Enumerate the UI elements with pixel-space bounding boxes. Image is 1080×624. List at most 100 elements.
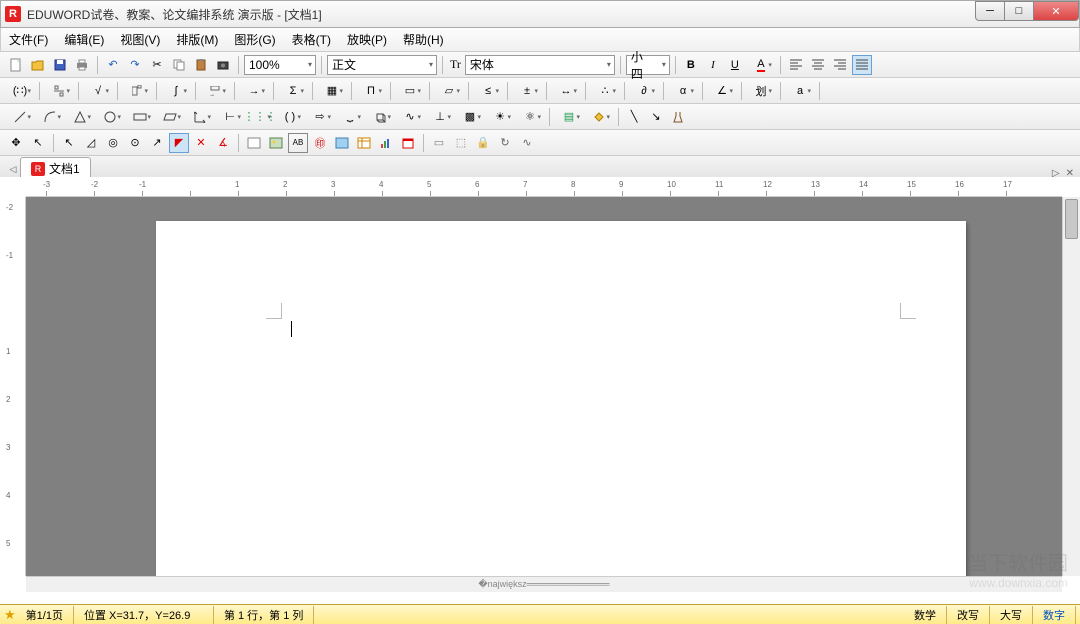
insert-box-icon[interactable] [244, 133, 264, 153]
overline-icon[interactable]: ▱ [435, 81, 463, 101]
tool2-icon[interactable]: ⬚ [451, 133, 471, 153]
prod-icon[interactable]: Π [357, 81, 385, 101]
menu-edit[interactable]: 编辑(E) [64, 31, 104, 48]
document-canvas[interactable] [26, 197, 1062, 576]
fill-icon[interactable] [585, 107, 613, 127]
undo-button[interactable]: ↶ [103, 55, 123, 75]
lessthan-icon[interactable]: ≤ [474, 81, 502, 101]
open-button[interactable] [28, 55, 48, 75]
root-icon[interactable]: √ [84, 81, 112, 101]
mark-cross-icon[interactable]: ✕ [191, 133, 211, 153]
insert-picture-icon[interactable] [332, 133, 352, 153]
stroke-a-icon[interactable]: a [786, 81, 814, 101]
scrollbar-thumb[interactable] [1065, 199, 1078, 239]
pointer-icon[interactable]: ↖ [28, 133, 48, 153]
select-target-icon[interactable]: ◎ [103, 133, 123, 153]
align-center-button[interactable] [808, 55, 828, 75]
status-num[interactable]: 数字 [1033, 606, 1076, 624]
style-combo[interactable]: 正文 [327, 55, 437, 75]
font-combo[interactable]: 宋体 [465, 55, 615, 75]
wave-icon[interactable]: ∿ [396, 107, 424, 127]
bold-button[interactable]: B [681, 55, 701, 75]
horizontal-scrollbar[interactable]: �największ═════════════ [26, 576, 1062, 592]
grid-dots-icon[interactable]: ⋮⋮⋮ [246, 107, 274, 127]
fraction-icon[interactable] [45, 81, 73, 101]
vertical-scrollbar[interactable] [1062, 197, 1080, 576]
plusminus-icon[interactable]: ± [513, 81, 541, 101]
underline-button[interactable]: U [725, 55, 745, 75]
insert-textbox-icon[interactable]: AB [288, 133, 308, 153]
diag-line-icon[interactable]: ╲ [624, 107, 644, 127]
document-tab[interactable]: R 文档1 [20, 157, 91, 179]
close-button[interactable]: ✕ [1033, 1, 1079, 21]
sup-sub-icon[interactable] [123, 81, 151, 101]
menu-view[interactable]: 视图(V) [120, 31, 160, 48]
align-left-button[interactable] [786, 55, 806, 75]
status-insert[interactable]: 改写 [947, 606, 990, 624]
matrix2-icon[interactable]: ▦ [318, 81, 346, 101]
perp-icon[interactable]: ⊥ [426, 107, 454, 127]
move-icon[interactable]: ✥ [6, 133, 26, 153]
angle-icon[interactable]: ∠ [708, 81, 736, 101]
therefore-icon[interactable]: ∴ [591, 81, 619, 101]
parallelogram-icon[interactable] [156, 107, 184, 127]
tab-nav-left-icon[interactable]: ◁ [6, 159, 20, 179]
brace-icon[interactable]: ⏟ [336, 107, 364, 127]
vertical-ruler[interactable]: -2-11234567 [0, 197, 26, 576]
chart-icon[interactable]: ▤ [555, 107, 583, 127]
axis-icon[interactable] [186, 107, 214, 127]
align-justify-button[interactable] [852, 55, 872, 75]
leftrightarrow-icon[interactable]: ↔ [552, 81, 580, 101]
new-button[interactable] [6, 55, 26, 75]
maximize-button[interactable]: □ [1004, 1, 1034, 21]
integral-icon[interactable]: ∫ [162, 81, 190, 101]
menu-layout[interactable]: 排版(M) [176, 31, 218, 48]
tool5-icon[interactable]: ∿ [517, 133, 537, 153]
bracket-icon[interactable]: (∷) [6, 81, 34, 101]
mark-red-icon[interactable]: ◤ [169, 133, 189, 153]
save-button[interactable] [50, 55, 70, 75]
insert-image-icon[interactable] [266, 133, 286, 153]
menu-file[interactable]: 文件(F) [9, 31, 48, 48]
insert-table-icon[interactable] [354, 133, 374, 153]
insert-stamp-icon[interactable]: ㊞ [310, 133, 330, 153]
limit-icon[interactable]: → [201, 81, 229, 101]
paste-button[interactable] [191, 55, 211, 75]
copy-button[interactable] [169, 55, 189, 75]
menu-table[interactable]: 表格(T) [292, 31, 331, 48]
print-button[interactable] [72, 55, 92, 75]
mark-angle-icon[interactable]: ∡ [213, 133, 233, 153]
box-icon[interactable]: ▭ [396, 81, 424, 101]
ruler-icon[interactable]: ⊢ [216, 107, 244, 127]
atom-icon[interactable]: ⚛ [516, 107, 544, 127]
select-icon[interactable]: ↖ [59, 133, 79, 153]
minimize-button[interactable]: ─ [975, 1, 1005, 21]
grid-hatch-icon[interactable]: ▩ [456, 107, 484, 127]
sun-icon[interactable]: ☀ [486, 107, 514, 127]
align-right-button[interactable] [830, 55, 850, 75]
alpha-icon[interactable]: α [669, 81, 697, 101]
tool1-icon[interactable]: ▭ [429, 133, 449, 153]
circle-icon[interactable] [96, 107, 124, 127]
insert-calendar-icon[interactable] [398, 133, 418, 153]
rect-icon[interactable] [126, 107, 154, 127]
partial-icon[interactable]: ∂ [630, 81, 658, 101]
lock-icon[interactable]: 🔒 [473, 133, 493, 153]
refresh-icon[interactable]: ↻ [495, 133, 515, 153]
line-icon[interactable] [6, 107, 34, 127]
camera-button[interactable] [213, 55, 233, 75]
menu-help[interactable]: 帮助(H) [403, 31, 444, 48]
paren-icon[interactable]: ( ) [276, 107, 304, 127]
status-math[interactable]: 数学 [904, 606, 947, 624]
sigma-icon[interactable]: Σ [279, 81, 307, 101]
arrow-line-icon[interactable]: ↘ [646, 107, 666, 127]
star-icon[interactable]: ★ [4, 607, 16, 623]
font-color-button[interactable]: A [747, 55, 775, 75]
page[interactable] [156, 221, 966, 576]
horizontal-ruler[interactable]: -3-2-11234567891011121314151617 [26, 177, 1062, 197]
arc-icon[interactable] [36, 107, 64, 127]
cut-button[interactable]: ✂ [147, 55, 167, 75]
font-size-combo[interactable]: 小四 [626, 55, 670, 75]
select-triangle-icon[interactable]: ◿ [81, 133, 101, 153]
zoom-combo[interactable]: 100% [244, 55, 316, 75]
